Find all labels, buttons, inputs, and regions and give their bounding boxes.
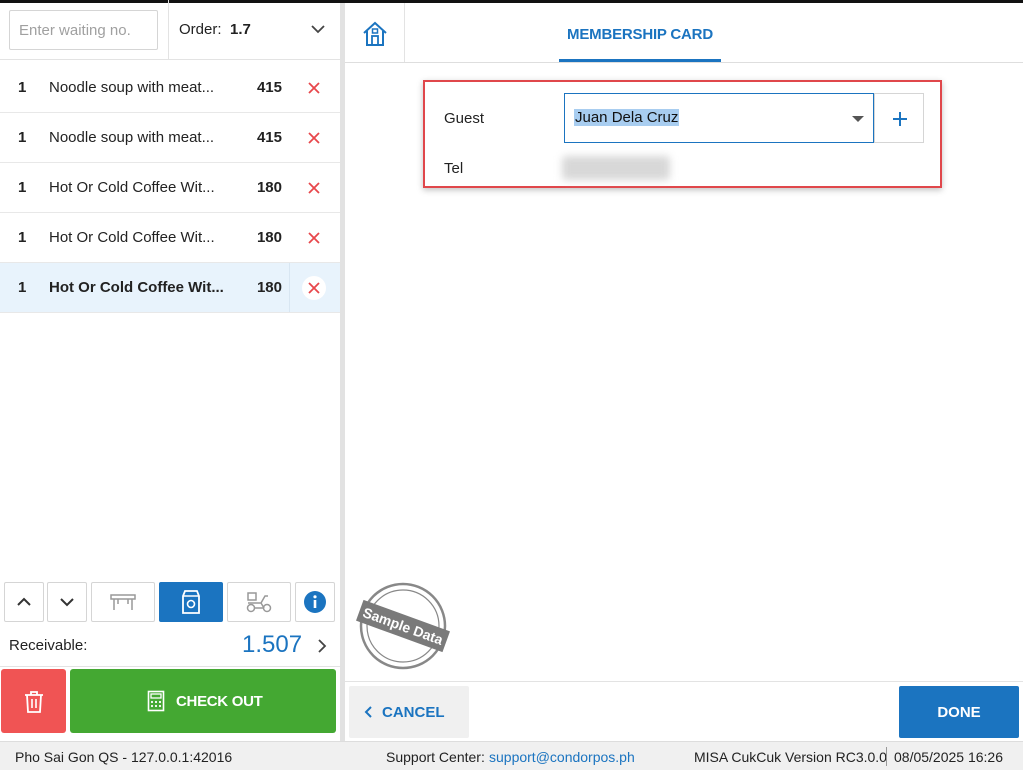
tab-bar-divider: [345, 62, 1023, 63]
takeaway-button[interactable]: [159, 582, 223, 622]
receivable-amount: 1.507: [242, 631, 303, 658]
tel-label: Tel: [444, 160, 464, 177]
receivable-label: Receivable:: [9, 637, 88, 654]
order-item-row[interactable]: 1 Hot Or Cold Coffee Wit... 180: [0, 263, 340, 313]
footer-divider: [345, 681, 1023, 682]
row-divider: [289, 263, 290, 312]
status-bar: Pho Sai Gon QS - 127.0.0.1:42016 Support…: [0, 741, 1023, 770]
item-quantity: 1: [18, 129, 27, 146]
guest-value: Juan Dela Cruz: [574, 109, 680, 126]
cancel-label: CANCEL: [382, 704, 445, 721]
home-button[interactable]: [345, 3, 405, 63]
waiting-number-input[interactable]: [9, 10, 158, 50]
dine-in-button[interactable]: [91, 582, 155, 622]
item-price: 180: [256, 279, 282, 296]
close-icon: [308, 132, 320, 144]
item-quantity: 1: [18, 179, 27, 196]
item-price: 180: [256, 229, 282, 246]
order-item-row[interactable]: 1 Noodle soup with meat... 415: [0, 63, 340, 113]
support-email-link[interactable]: support@condorpos.ph: [489, 749, 635, 765]
info-icon: [304, 591, 326, 613]
item-price: 415: [256, 79, 282, 96]
chevron-left-icon: [364, 706, 372, 718]
order-item-row[interactable]: 1 Hot Or Cold Coffee Wit... 180: [0, 213, 340, 263]
item-name: Hot Or Cold Coffee Wit...: [49, 179, 215, 196]
item-quantity: 1: [18, 279, 27, 296]
tab-membership-card[interactable]: MEMBERSHIP CARD: [560, 26, 720, 43]
home-icon: [363, 21, 387, 46]
order-info-button[interactable]: [295, 582, 335, 622]
delivery-button[interactable]: [227, 582, 291, 622]
support-label: Support Center:: [386, 749, 485, 765]
plus-icon: [893, 112, 907, 126]
tel-value-redacted: [562, 156, 670, 180]
done-button[interactable]: DONE: [899, 686, 1019, 738]
order-header-divider: [168, 0, 169, 60]
checkout-button[interactable]: CHECK OUT: [70, 669, 336, 733]
move-down-button[interactable]: [47, 582, 87, 622]
receivable-divider: [0, 666, 340, 667]
cancel-button[interactable]: CANCEL: [349, 686, 469, 738]
chevron-right-icon[interactable]: [315, 636, 329, 656]
item-price: 415: [256, 129, 282, 146]
item-name: Noodle soup with meat...: [49, 79, 215, 96]
move-up-button[interactable]: [4, 582, 44, 622]
order-item-row[interactable]: 1 Hot Or Cold Coffee Wit... 180: [0, 163, 340, 213]
order-label: Order:: [179, 21, 222, 38]
close-icon: [308, 232, 320, 244]
arrow-up-icon: [17, 597, 31, 606]
trash-icon: [25, 691, 43, 713]
remove-item-button[interactable]: [302, 126, 326, 150]
arrow-down-icon: [60, 598, 74, 607]
dine-in-table-icon: [110, 594, 136, 610]
close-icon: [308, 282, 320, 294]
store-info: Pho Sai Gon QS - 127.0.0.1:42016: [15, 749, 233, 765]
close-icon: [308, 182, 320, 194]
item-name: Hot Or Cold Coffee Wit...: [49, 279, 224, 296]
remove-item-button[interactable]: [302, 176, 326, 200]
remove-item-button[interactable]: [302, 226, 326, 250]
done-label: DONE: [937, 704, 981, 721]
order-item-row[interactable]: 1 Noodle soup with meat... 415: [0, 113, 340, 163]
order-header-divider-bottom: [0, 59, 340, 60]
guest-select[interactable]: Juan Dela Cruz: [564, 93, 874, 143]
calculator-icon: [147, 690, 165, 712]
order-number: 1.7: [230, 21, 251, 38]
delivery-scooter-icon: [246, 592, 272, 613]
sample-data-stamp: Sample Data: [355, 581, 451, 671]
close-icon: [308, 82, 320, 94]
delete-order-button[interactable]: [1, 669, 66, 733]
chevron-down-icon[interactable]: [308, 18, 328, 40]
item-quantity: 1: [18, 79, 27, 96]
item-name: Hot Or Cold Coffee Wit...: [49, 229, 215, 246]
app-version: MISA CukCuk Version RC3.0.0: [694, 749, 887, 765]
item-price: 180: [256, 179, 282, 196]
caret-down-icon: [852, 116, 864, 122]
guest-label: Guest: [444, 110, 485, 127]
takeaway-bag-icon: [182, 590, 200, 614]
checkout-label: CHECK OUT: [176, 693, 263, 710]
item-name: Noodle soup with meat...: [49, 129, 215, 146]
remove-item-button[interactable]: [302, 276, 326, 300]
item-quantity: 1: [18, 229, 27, 246]
add-guest-button[interactable]: [874, 93, 924, 143]
remove-item-button[interactable]: [302, 76, 326, 100]
status-divider: [886, 747, 887, 766]
status-datetime: 08/05/2025 16:26: [894, 749, 1003, 765]
